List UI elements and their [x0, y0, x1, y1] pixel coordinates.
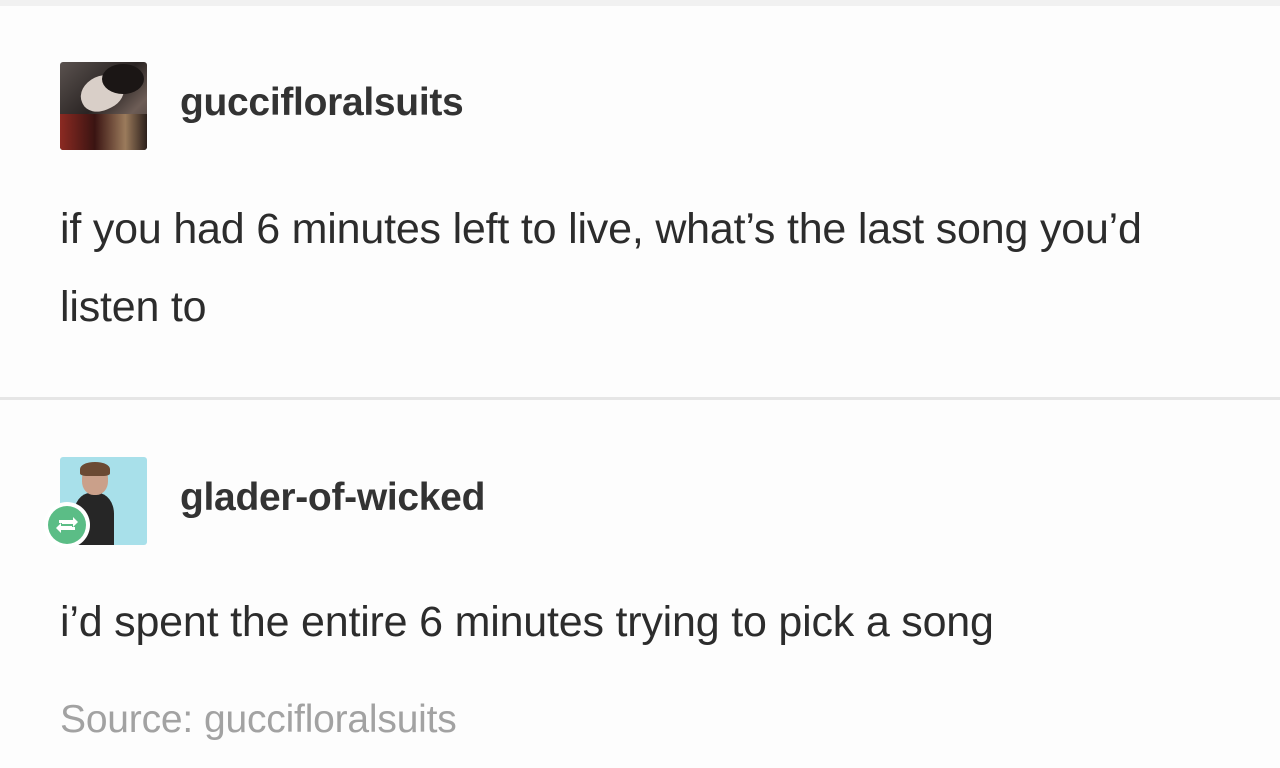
avatar-hair [102, 64, 144, 94]
source-link[interactable]: guccifloralsuits [204, 700, 457, 739]
source-attribution: Source: guccifloralsuits [60, 700, 457, 739]
post-text: if you had 6 minutes left to live, what’… [60, 205, 1142, 331]
username-link[interactable]: guccifloralsuits [180, 83, 464, 130]
reblog-post: glader-of-wicked i’d spent the entire 6 … [0, 400, 1280, 768]
username-link[interactable]: glader-of-wicked [180, 478, 485, 525]
avatar[interactable] [60, 62, 147, 150]
post-header: glader-of-wicked [60, 457, 485, 545]
post-header: guccifloralsuits [60, 62, 464, 150]
avatar-hair [80, 462, 110, 476]
original-post: guccifloralsuits if you had 6 minutes le… [0, 0, 1280, 398]
avatar-jacket [60, 114, 147, 150]
reblog-badge [44, 502, 90, 548]
tumblr-post-screenshot: guccifloralsuits if you had 6 minutes le… [0, 0, 1280, 768]
source-label: Source: [60, 698, 194, 741]
post-text: i’d spent the entire 6 minutes trying to… [60, 598, 994, 646]
reblog-icon [56, 517, 78, 533]
